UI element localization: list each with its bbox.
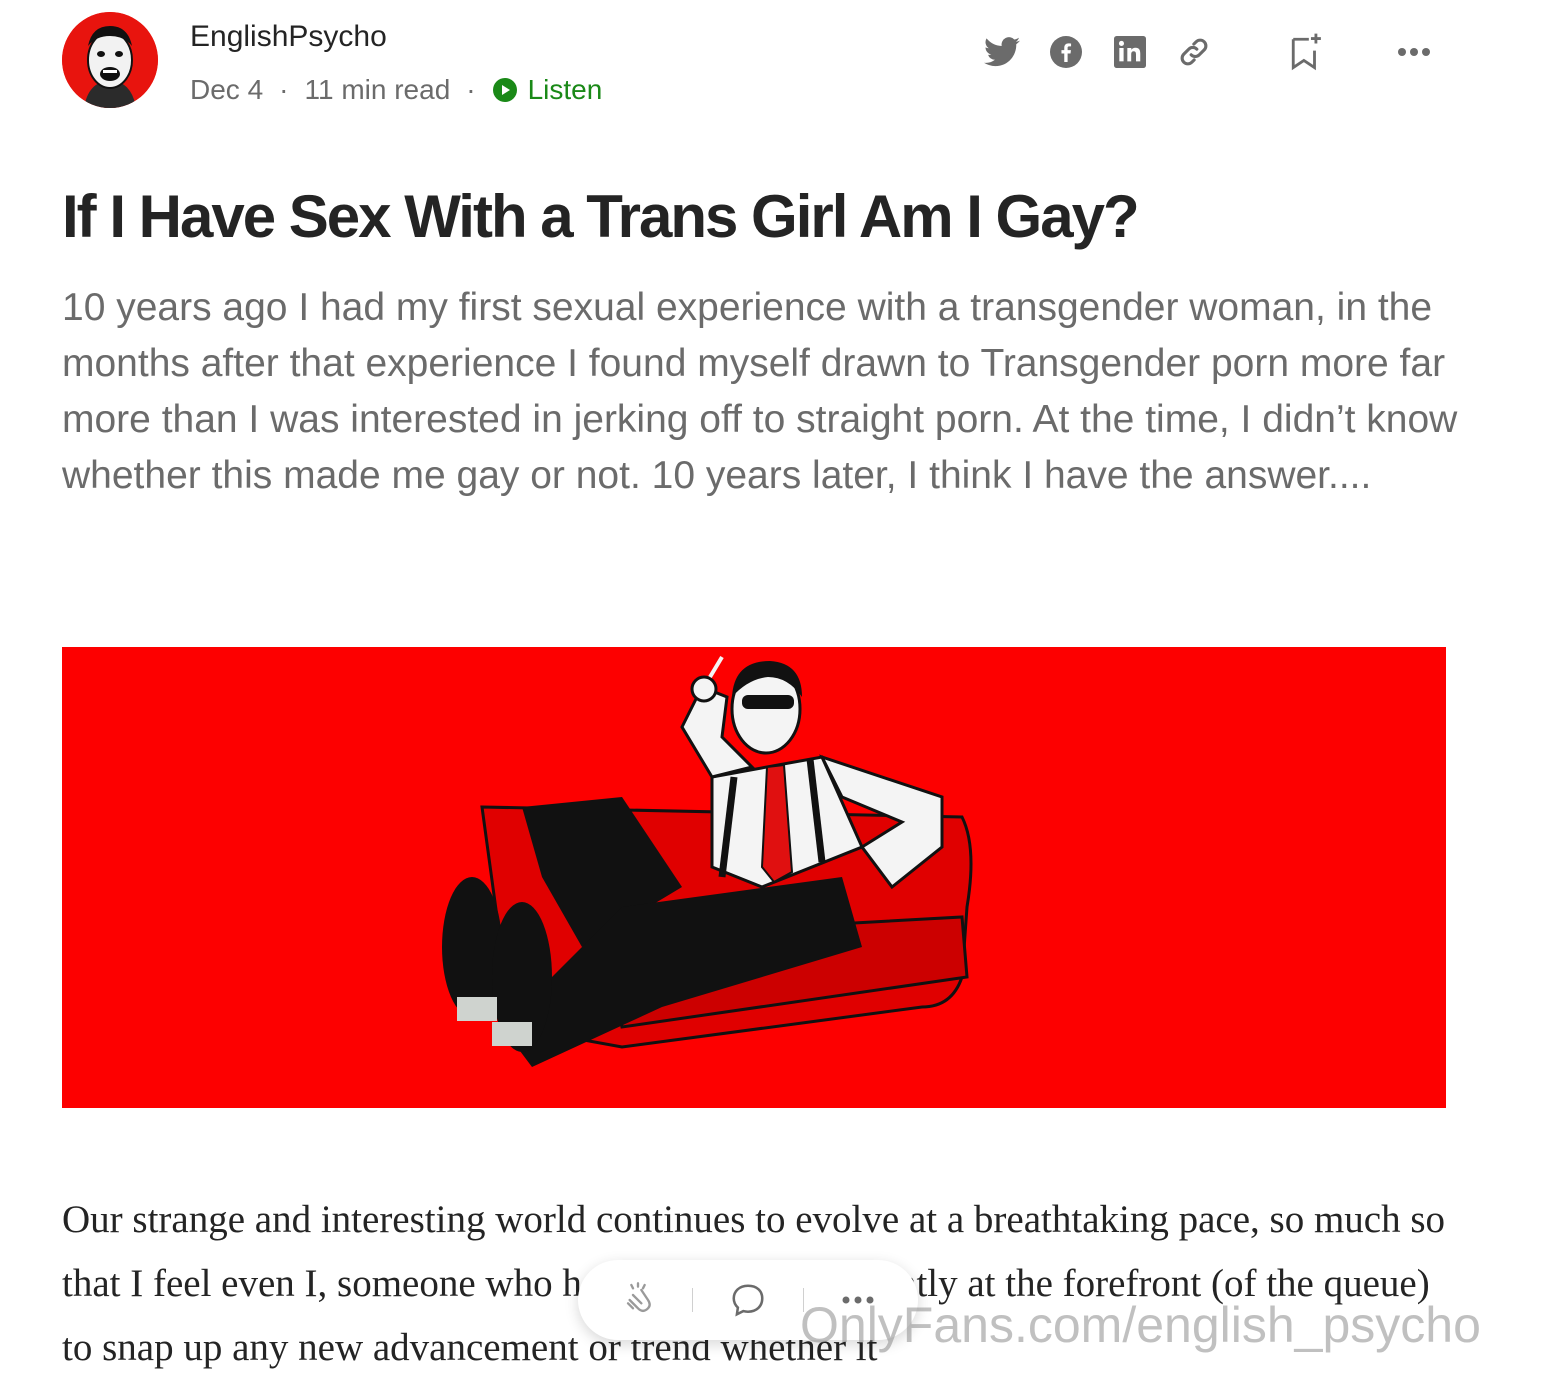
bookmark-icon <box>1291 33 1321 71</box>
listen-label: Listen <box>527 74 603 105</box>
bar-divider <box>692 1288 694 1312</box>
bookmark-button[interactable] <box>1284 30 1328 74</box>
publish-date: Dec 4 <box>190 74 264 105</box>
author-name[interactable]: EnglishPsycho <box>190 20 387 54</box>
more-icon <box>1398 48 1430 56</box>
meta-separator: · <box>466 74 476 105</box>
author-avatar-face-icon <box>62 12 158 108</box>
hero-image <box>62 647 1446 1108</box>
facebook-icon <box>1050 36 1082 68</box>
more-options-button[interactable] <box>1392 30 1436 74</box>
play-icon <box>492 78 517 102</box>
listen-button[interactable]: Listen <box>492 74 603 106</box>
linkedin-icon <box>1114 36 1146 68</box>
comment-icon <box>732 1284 764 1317</box>
man-on-red-sofa-illustration-icon <box>62 647 1446 1108</box>
article-subtitle: 10 years ago I had my first sexual exper… <box>62 286 1458 497</box>
twitter-share-button[interactable] <box>980 30 1024 74</box>
share-actions <box>980 30 1436 74</box>
twitter-icon <box>984 37 1020 67</box>
linkedin-share-button[interactable] <box>1108 30 1152 74</box>
article-meta: Dec 4 · 11 min read · Listen <box>190 74 602 106</box>
comment-button[interactable] <box>723 1275 773 1325</box>
facebook-share-button[interactable] <box>1044 30 1088 74</box>
meta-separator: · <box>279 74 289 105</box>
link-icon <box>1180 38 1208 66</box>
read-time: 11 min read <box>304 74 451 105</box>
watermark-text: OnlyFans.com/english_psycho <box>800 1297 1481 1353</box>
clap-button[interactable] <box>613 1275 663 1325</box>
article-title: If I Have Sex With a Trans Girl Am I Gay… <box>62 183 1140 250</box>
copy-link-button[interactable] <box>1172 30 1216 74</box>
author-avatar[interactable] <box>62 12 158 108</box>
clap-icon <box>626 1282 651 1312</box>
